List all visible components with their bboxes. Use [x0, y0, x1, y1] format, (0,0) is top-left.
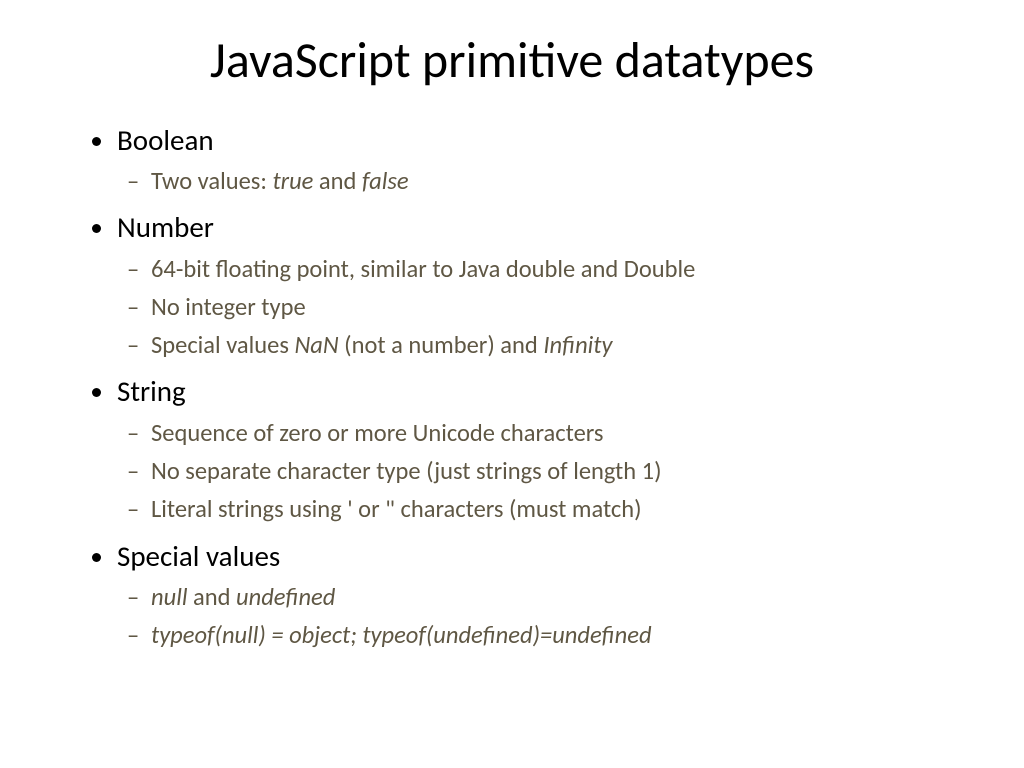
sub-item: Sequence of zero or more Unicode charact… — [151, 416, 939, 450]
sub-item: Literal strings using ' or " characters … — [151, 492, 939, 526]
slide-content: JavaScript primitive datatypes Boolean T… — [0, 0, 1024, 702]
sub-item: No integer type — [151, 290, 939, 324]
list-item: Special values null and undefined typeof… — [117, 537, 939, 653]
sub-list: null and undefined typeof(null) = object… — [117, 580, 939, 653]
sub-list: Sequence of zero or more Unicode charact… — [117, 416, 939, 527]
list-item: Boolean Two values: true and false — [117, 121, 939, 198]
item-label: String — [117, 373, 186, 409]
sub-list: 64-bit floating point, similar to Java d… — [117, 252, 939, 363]
list-item: String Sequence of zero or more Unicode … — [117, 372, 939, 526]
item-label: Special values — [117, 538, 280, 574]
item-label: Boolean — [117, 122, 214, 158]
slide-title: JavaScript primitive datatypes — [85, 30, 939, 91]
sub-item: 64-bit floating point, similar to Java d… — [151, 252, 939, 286]
sub-item: null and undefined — [151, 580, 939, 614]
sub-list: Two values: true and false — [117, 164, 939, 198]
list-item: Number 64-bit floating point, similar to… — [117, 208, 939, 362]
sub-item: No separate character type (just strings… — [151, 454, 939, 488]
sub-item: typeof(null) = object; typeof(undefined)… — [151, 618, 939, 652]
item-label: Number — [117, 209, 214, 245]
bullet-list: Boolean Two values: true and false Numbe… — [85, 121, 939, 652]
sub-item: Two values: true and false — [151, 164, 939, 198]
sub-item: Special values NaN (not a number) and In… — [151, 328, 939, 362]
